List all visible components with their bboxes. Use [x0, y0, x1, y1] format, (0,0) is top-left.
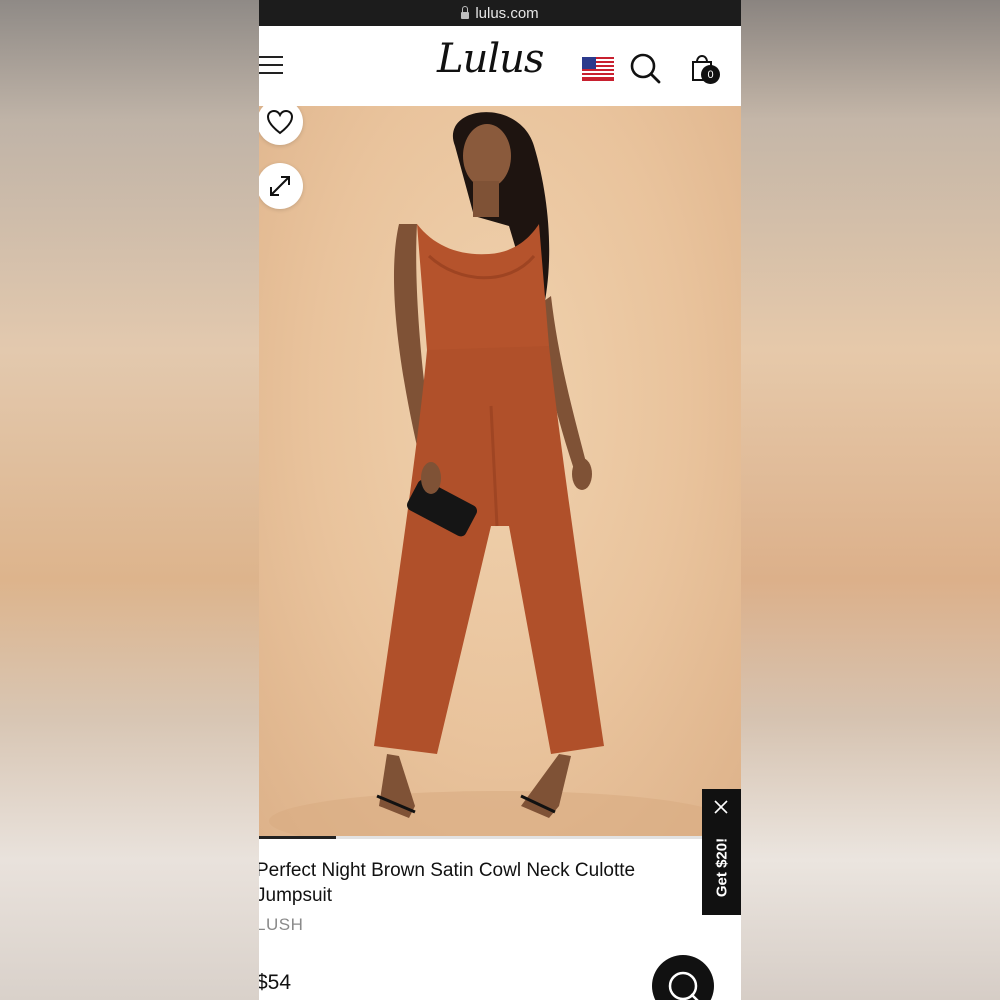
search-icon[interactable] [629, 52, 661, 84]
product-image[interactable] [259, 106, 741, 838]
lock-icon [461, 5, 470, 19]
url-text: lulus.com [475, 4, 539, 22]
blurred-background-right [741, 0, 1000, 1000]
site-header: Lulus 0 [259, 26, 741, 106]
promo-label: Get $20! [713, 837, 731, 898]
blurred-background-left [0, 0, 259, 1000]
phone-screen: lulus.com Lulus 0 Perfect Night Brown Sa… [259, 0, 741, 1000]
us-flag-icon[interactable] [582, 57, 614, 81]
browser-url-bar[interactable]: lulus.com [259, 0, 741, 26]
lulus-logo[interactable]: Lulus [437, 36, 544, 82]
expand-icon[interactable] [259, 163, 303, 209]
gallery-progress-fill [259, 836, 337, 839]
chat-button[interactable] [652, 955, 714, 1000]
product-title: Perfect Night Brown Satin Cowl Neck Culo… [259, 860, 636, 906]
product-brand[interactable]: LUSH [259, 915, 303, 935]
hamburger-menu-icon[interactable] [259, 56, 285, 76]
product-price: $54 [259, 971, 292, 994]
gallery-progress-bar [259, 836, 741, 839]
cart-count-badge: 0 [701, 65, 720, 84]
model-illustration [269, 112, 729, 838]
close-icon[interactable] [713, 799, 729, 815]
chat-bubble-icon [668, 971, 699, 1000]
promo-tab[interactable]: Get $20! [702, 789, 741, 915]
